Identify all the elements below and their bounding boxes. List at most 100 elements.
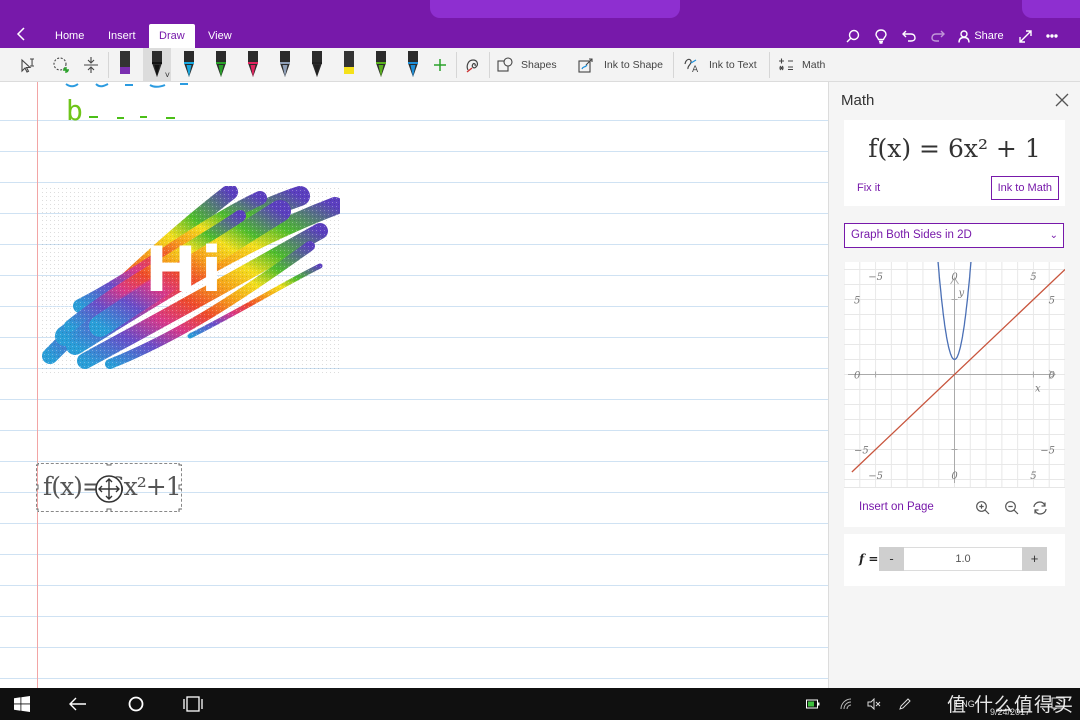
y-tick-label-left: 0 xyxy=(854,371,861,382)
x-tick-label-bottom: 0 xyxy=(951,471,958,482)
move-icon[interactable] xyxy=(94,474,124,504)
pane-title: Math xyxy=(841,92,875,109)
pen-icon xyxy=(312,51,322,77)
lightbulb-icon[interactable] xyxy=(871,24,891,48)
ink-to-text-icon: A xyxy=(684,58,699,75)
ink-selection-box[interactable]: f(x)= 6x²+1 xyxy=(36,463,182,512)
math-pane: Math f(x) = 6x² + 1 Fix it Ink to Math G… xyxy=(829,82,1080,688)
share-button[interactable]: Share xyxy=(958,24,1004,48)
watermark: 值 什么值得买 xyxy=(946,694,1074,716)
taskbar-back-icon[interactable] xyxy=(64,688,92,720)
pen-icon xyxy=(280,51,290,77)
math-button[interactable]: Math xyxy=(778,48,838,82)
wifi-icon[interactable] xyxy=(836,688,856,720)
pen-9[interactable] xyxy=(367,48,395,82)
x-tick-label-bottom: −5 xyxy=(868,471,883,482)
zoom-in-icon[interactable] xyxy=(975,500,991,516)
title-search-pill[interactable] xyxy=(430,0,680,18)
recognized-equation: f(x) = 6x² + 1 xyxy=(868,134,1041,163)
y-tick-label-right: −5 xyxy=(1040,446,1055,457)
highlighter-icon xyxy=(344,51,354,74)
decrement-button[interactable]: - xyxy=(879,547,904,571)
ink-letter: b xyxy=(66,94,83,127)
svg-text:A: A xyxy=(692,65,699,75)
y-tick-label-left: 5 xyxy=(854,296,860,307)
shapes-label: Shapes xyxy=(521,59,557,71)
graph-mode-select[interactable]: Graph Both Sides in 2D ⌄ xyxy=(844,223,1064,248)
graph-card[interactable]: −5 −5 0 0 5 5 −5 −5 0 0 5 5 x y xyxy=(844,262,1065,487)
graph-controls: Insert on Page xyxy=(844,487,1065,527)
ink-to-math-button[interactable]: Ink to Math xyxy=(990,176,1059,200)
pen-1[interactable] xyxy=(111,48,139,82)
ink-to-shape-button[interactable]: Ink to Shape xyxy=(578,48,670,82)
pen-workspace-icon[interactable] xyxy=(895,688,915,720)
pen-7[interactable] xyxy=(303,48,331,82)
add-space-icon[interactable] xyxy=(78,48,104,82)
y-tick-label-left: −5 xyxy=(854,446,869,457)
battery-icon xyxy=(803,688,823,720)
chevron-left-icon xyxy=(16,27,25,41)
tab-draw[interactable]: Draw xyxy=(149,24,195,48)
increment-button[interactable]: + xyxy=(1022,547,1047,571)
parameter-card: f = - 1.0 + xyxy=(844,534,1065,586)
ink-to-shape-icon xyxy=(578,58,593,73)
tab-insert[interactable]: Insert xyxy=(98,24,146,48)
back-button[interactable] xyxy=(10,24,34,46)
redo-icon[interactable] xyxy=(928,24,948,48)
close-icon[interactable] xyxy=(1052,90,1072,110)
lasso-select-icon[interactable]: I xyxy=(16,48,42,82)
ink-to-text-label: Ink to Text xyxy=(709,59,757,71)
pen-icon xyxy=(248,51,258,77)
pen-options-chevron-icon[interactable]: ˅ xyxy=(165,70,170,80)
parameter-input[interactable]: 1.0 xyxy=(904,547,1022,571)
chevron-down-icon: ⌄ xyxy=(1049,230,1058,241)
graph-mode-value: Graph Both Sides in 2D xyxy=(851,229,972,241)
fix-it-link[interactable]: Fix it xyxy=(857,182,880,194)
ink-replay-icon[interactable] xyxy=(460,48,486,82)
pen-5[interactable] xyxy=(239,48,267,82)
volume-icon[interactable] xyxy=(864,688,884,720)
pen-icon xyxy=(184,51,194,77)
fullscreen-icon[interactable] xyxy=(1015,24,1035,48)
cortana-icon[interactable] xyxy=(122,688,150,720)
note-canvas[interactable]: b Hi f(x)= 6x²+1 xyxy=(0,82,828,688)
draw-toolbar: I ˅ Shapes Ink to Shape A Ink to Text Ma… xyxy=(0,48,1080,82)
ink-to-text-button[interactable]: A Ink to Text xyxy=(683,48,765,82)
add-pen-icon[interactable] xyxy=(428,48,452,82)
equation-card: f(x) = 6x² + 1 Fix it Ink to Math xyxy=(844,120,1065,206)
windows-start-icon[interactable] xyxy=(8,688,36,720)
pen-icon xyxy=(216,51,226,77)
pen-8[interactable] xyxy=(335,48,363,82)
pen-2[interactable]: ˅ xyxy=(143,48,171,82)
lasso-icon[interactable] xyxy=(48,48,74,82)
ink-strokes: b xyxy=(65,83,188,127)
task-view-icon[interactable] xyxy=(179,688,207,720)
function-graph[interactable]: −5 −5 0 0 5 5 −5 −5 0 0 5 5 x y xyxy=(844,262,1065,487)
reset-view-icon[interactable] xyxy=(1032,500,1048,516)
tab-view[interactable]: View xyxy=(198,24,242,48)
x-tick-label-top: 5 xyxy=(1030,272,1036,283)
math-label: Math xyxy=(802,59,826,71)
pen-6[interactable] xyxy=(271,48,299,82)
tab-home[interactable]: Home xyxy=(45,24,94,48)
sticker-text: Hi xyxy=(145,233,226,306)
pen-icon xyxy=(376,51,386,77)
x-axis-label: x xyxy=(1035,384,1041,395)
zoom-out-icon[interactable] xyxy=(1004,500,1020,516)
x-tick-label-top: 0 xyxy=(951,272,958,283)
more-options-icon[interactable] xyxy=(1042,24,1062,48)
shapes-button[interactable]: Shapes xyxy=(497,48,567,82)
title-account-pill[interactable] xyxy=(1022,0,1080,18)
person-icon xyxy=(958,29,971,43)
highlighter-icon xyxy=(120,51,130,74)
x-tick-label-top: −5 xyxy=(868,272,883,283)
pen-3[interactable] xyxy=(175,48,203,82)
search-icon[interactable] xyxy=(843,24,863,48)
y-axis-label: y xyxy=(958,288,965,299)
pen-4[interactable] xyxy=(207,48,235,82)
undo-icon[interactable] xyxy=(899,24,919,48)
shapes-icon xyxy=(497,57,513,72)
rainbow-hi-sticker: Hi xyxy=(40,186,340,376)
insert-on-page-link[interactable]: Insert on Page xyxy=(859,501,934,513)
pen-10[interactable] xyxy=(399,48,427,82)
